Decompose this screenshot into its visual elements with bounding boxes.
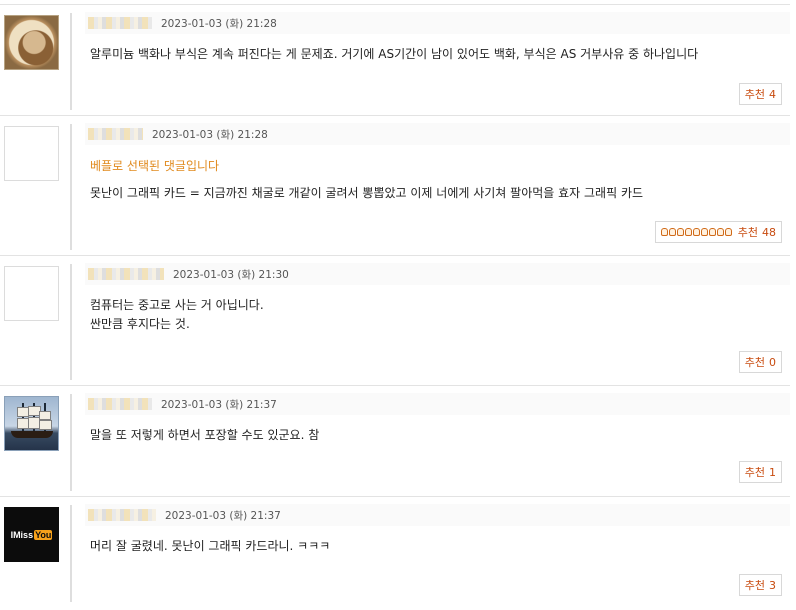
recommend-button[interactable]: 추천 4 — [738, 83, 782, 105]
thumbs-up-icon — [692, 228, 700, 236]
recommend-count: 4 — [769, 87, 776, 101]
comment-meta: 2023-01-03 (화) 21:37 — [85, 393, 790, 415]
comment-item: 2023-01-03 (화) 21:30 컴퓨터는 중고로 사는 거 아닙니다.… — [0, 255, 790, 386]
comment-date: 2023-01-03 (화) 21:37 — [165, 509, 281, 522]
nickname-blurred[interactable] — [88, 17, 152, 29]
recommend-label: 추천 — [744, 466, 765, 479]
comment-line: 싼만큼 후지다는 것. — [90, 317, 190, 331]
recommend-button[interactable]: 추천 1 — [738, 461, 782, 483]
ship-avatar-icon[interactable] — [4, 396, 59, 451]
recommend-label: 추천 — [744, 356, 765, 369]
comment-divider — [70, 13, 72, 110]
comment-body: 알루미늄 백화나 부식은 계속 퍼진다는 게 문제죠. 거기에 AS기간이 남이… — [90, 45, 698, 64]
avatar-logo-highlight: You — [34, 529, 53, 540]
thumbs-up-icon — [724, 228, 732, 236]
brand-avatar-icon[interactable]: IMiss You — [4, 507, 59, 562]
nickname-blurred[interactable] — [88, 398, 152, 410]
comment-line: 알루미늄 백화나 부식은 계속 퍼진다는 게 문제죠. 거기에 AS기간이 남이… — [90, 47, 699, 61]
comment-divider — [70, 264, 72, 380]
comment-item: 2023-01-03 (화) 21:37 말을 또 저렇게 하면서 포장할 수도… — [0, 385, 790, 497]
recommend-label: 추천 — [744, 88, 765, 101]
avatar-logo-text: IMiss — [10, 529, 34, 540]
empty-avatar-icon[interactable] — [4, 126, 59, 181]
recommend-count: 0 — [769, 355, 776, 369]
comment-body: 컴퓨터는 중고로 사는 거 아닙니다. 싼만큼 후지다는 것. — [90, 296, 264, 334]
comment-item: IMiss You 2023-01-03 (화) 21:37 머리 잘 굴렸네. … — [0, 496, 790, 610]
comment-meta: 2023-01-03 (화) 21:37 — [85, 504, 790, 526]
comment-list: 2023-01-03 (화) 21:28 알루미늄 백화나 부식은 계속 퍼진다… — [0, 0, 796, 610]
recommend-label: 추천 — [744, 579, 765, 592]
comment-meta: 2023-01-03 (화) 21:28 — [85, 12, 790, 34]
comment-divider — [70, 505, 72, 602]
comment-line: 머리 잘 굴렸네. 못난이 그래픽 카드라니. ㅋㅋㅋ — [90, 539, 331, 553]
comment-date: 2023-01-03 (화) 21:30 — [173, 268, 289, 281]
comment-line: 못난이 그래픽 카드 = 지금까진 채굴로 개같이 굴려서 뽕뽑았고 이제 너에… — [90, 186, 644, 200]
comment-body: 못난이 그래픽 카드 = 지금까진 채굴로 개같이 굴려서 뽕뽑았고 이제 너에… — [90, 184, 643, 203]
comment-date: 2023-01-03 (화) 21:28 — [161, 17, 277, 30]
comment-meta: 2023-01-03 (화) 21:28 — [85, 123, 790, 145]
thumbs-up-icon — [716, 228, 724, 236]
recommend-count: 48 — [762, 225, 776, 239]
comment-divider — [70, 124, 72, 250]
comment-line: 말을 또 저렇게 하면서 포장할 수도 있군요. 참 — [90, 428, 320, 442]
thumbs-up-icon — [676, 228, 684, 236]
nickname-blurred[interactable] — [88, 128, 143, 140]
portrait-avatar-icon[interactable] — [4, 15, 59, 70]
thumbs-up-icon — [700, 228, 708, 236]
recommend-count: 3 — [769, 578, 776, 592]
comment-meta: 2023-01-03 (화) 21:30 — [85, 263, 790, 285]
empty-avatar-icon[interactable] — [4, 266, 59, 321]
recommend-count: 1 — [769, 465, 776, 479]
nickname-blurred[interactable] — [88, 268, 164, 280]
recommend-button[interactable]: 추천 3 — [738, 574, 782, 596]
comment-body: 말을 또 저렇게 하면서 포장할 수도 있군요. 참 — [90, 426, 319, 445]
best-comment-label: 베플로 선택된 댓글입니다 — [90, 159, 220, 173]
comment-date: 2023-01-03 (화) 21:28 — [152, 128, 268, 141]
thumbs-up-icons — [660, 228, 733, 236]
thumbs-up-icon — [660, 228, 668, 236]
recommend-button[interactable]: 추천 48 — [654, 221, 782, 243]
thumbs-up-icon — [684, 228, 692, 236]
comment-item: 2023-01-03 (화) 21:28 베플로 선택된 댓글입니다 못난이 그… — [0, 115, 790, 256]
comment-date: 2023-01-03 (화) 21:37 — [161, 398, 277, 411]
comment-body: 머리 잘 굴렸네. 못난이 그래픽 카드라니. ㅋㅋㅋ — [90, 537, 330, 556]
comment-item: 2023-01-03 (화) 21:28 알루미늄 백화나 부식은 계속 퍼진다… — [0, 4, 790, 116]
comment-divider — [70, 394, 72, 491]
thumbs-up-icon — [708, 228, 716, 236]
thumbs-up-icon — [668, 228, 676, 236]
recommend-label: 추천 — [737, 226, 758, 239]
comment-line: 컴퓨터는 중고로 사는 거 아닙니다. — [90, 298, 264, 312]
nickname-blurred[interactable] — [88, 509, 156, 521]
recommend-button[interactable]: 추천 0 — [738, 351, 782, 373]
